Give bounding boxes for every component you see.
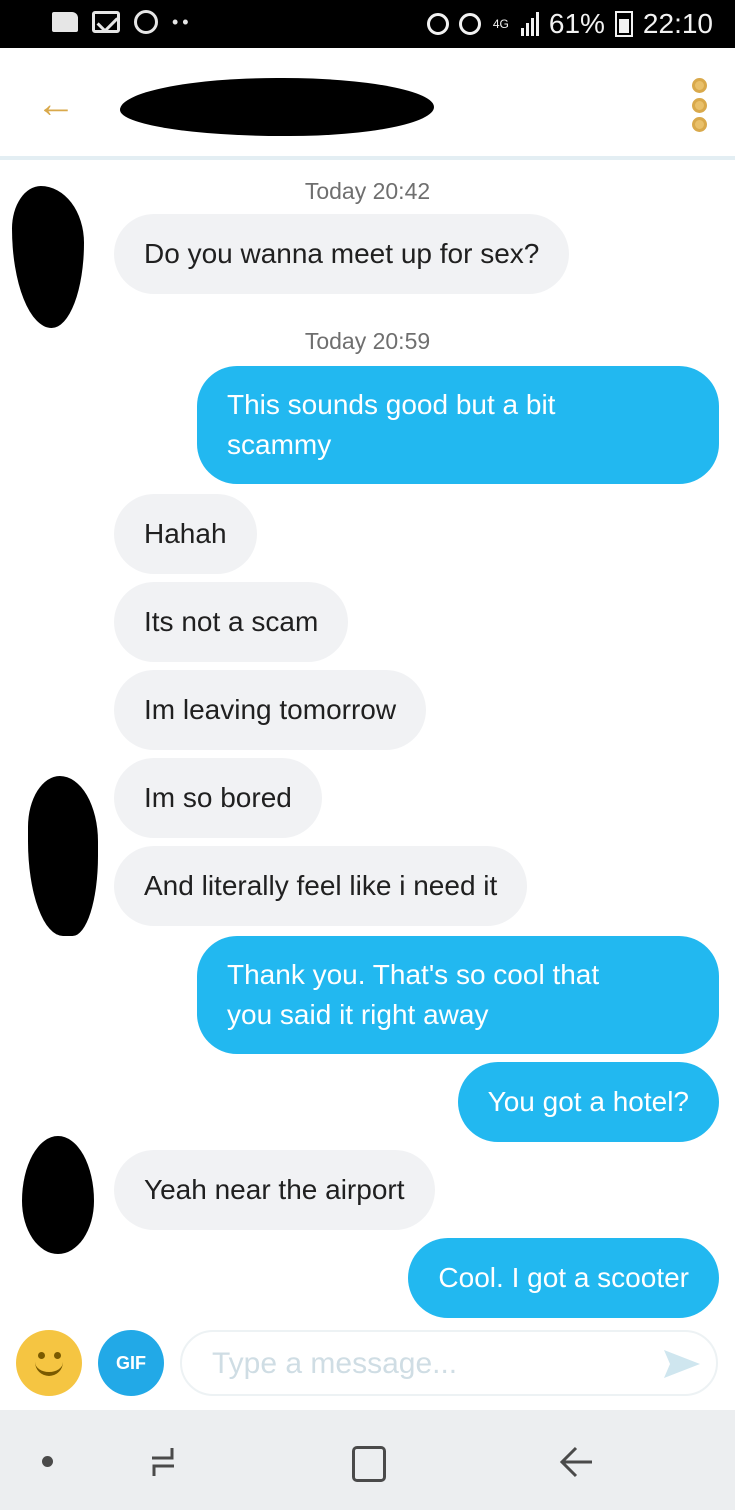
chat-header: ← [0,48,735,160]
message-list[interactable]: Today 20:42 Do you wanna meet up for sex… [0,164,735,1324]
outgoing-message: You got a hotel? [457,1062,719,1142]
contact-name-redacted[interactable] [120,78,434,136]
message-text: Hahah [144,518,227,549]
notification-icons: •• [52,10,193,34]
system-icons: 4G 61% 22:10 [426,8,713,40]
gif-button[interactable]: GIF [98,1330,164,1396]
send-icon[interactable] [662,1346,702,1382]
outgoing-message: Cool. I got a scooter [408,1238,719,1318]
incoming-message: Im leaving tomorrow [114,670,427,750]
message-input[interactable] [212,1342,632,1386]
incoming-message: And literally feel like i need it [114,846,528,926]
battery-icon [614,11,633,37]
message-text-line: Thank you. That's so cool that [227,959,600,990]
incoming-message: Do you wanna meet up for sex? [114,214,570,294]
more-notifications-icon: •• [172,11,193,32]
incoming-message: Im so bored [114,758,322,838]
gif-label: GIF [116,1352,146,1373]
dot-icon[interactable] [42,1456,53,1467]
message-text: And literally feel like i need it [144,870,498,901]
battery-percent: 61% [548,8,605,39]
avatar[interactable] [22,1136,94,1254]
message-text-line: scammy [227,429,332,460]
back-button[interactable]: ← [34,82,78,126]
dot [691,97,707,113]
signal-icon [520,12,539,36]
emoji-button[interactable] [16,1330,82,1396]
avatar[interactable] [12,186,84,328]
dot [691,117,707,132]
message-text-line: you said it right away [227,999,489,1030]
clock: 22:10 [642,8,713,39]
arrow-left-icon: ← [36,82,76,126]
message-input-container [180,1330,718,1396]
alarm-icon [458,13,481,35]
vertical-dots-icon [691,78,707,93]
avatar[interactable] [28,776,98,936]
app-notification-icon [134,10,158,34]
message-text: Im leaving tomorrow [144,694,397,725]
timestamp: Today 20:59 [304,328,431,354]
incoming-message: Yeah near the airport [114,1150,435,1230]
outgoing-message: Thank you. That's so cool that you said … [197,936,719,1054]
outgoing-message: This sounds good but a bit scammy [197,366,719,484]
folder-icon [52,12,78,32]
message-text: Do you wanna meet up for sex? [144,238,540,269]
status-bar: •• 4G 61% 22:10 [0,0,735,48]
message-text: Yeah near the airport [144,1174,405,1205]
message-text: Im so bored [144,782,292,813]
system-nav-bar [0,1410,735,1510]
incoming-message: Hahah [114,494,257,574]
message-text: Cool. I got a scooter [438,1262,689,1293]
message-text: Its not a scam [144,606,319,637]
more-options-button[interactable] [689,78,709,132]
back-icon[interactable] [556,1444,596,1480]
recent-apps-icon[interactable] [146,1444,180,1480]
message-composer: GIF [0,1324,735,1410]
mail-icon [92,11,120,33]
message-text: You got a hotel? [487,1086,689,1117]
mute-icon [426,13,449,35]
network-type: 4G [492,17,509,31]
timestamp: Today 20:42 [304,178,431,204]
home-icon[interactable] [352,1446,386,1482]
smiley-icon [35,1360,63,1376]
incoming-message: Its not a scam [114,582,349,662]
message-text-line: This sounds good but a bit [227,389,556,420]
